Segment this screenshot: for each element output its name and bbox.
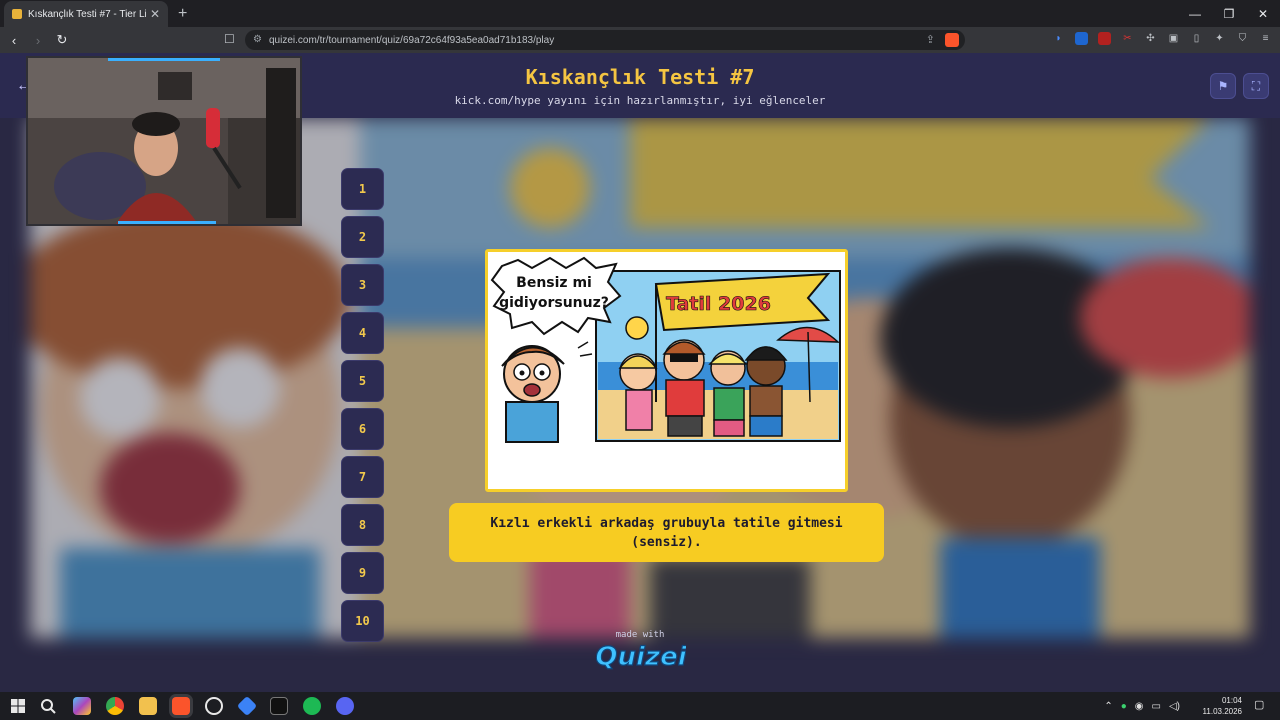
notification-icon[interactable]: ▢ (1254, 698, 1268, 712)
window-controls: — ❐ ✕ (1178, 0, 1280, 27)
url-text: quizei.com/tr/tournament/quiz/69a72c64f9… (269, 34, 555, 46)
brave-shields-icon[interactable] (945, 33, 959, 47)
chevron-up-icon[interactable]: ⌃ (1104, 701, 1112, 712)
clock-date: 11.03.2026 (1202, 707, 1242, 716)
discord-icon[interactable] (336, 697, 354, 715)
extension-icon[interactable]: ▣ (1167, 32, 1180, 45)
ai-icon[interactable]: ✦ (1213, 32, 1226, 45)
quiz-card-image[interactable]: Tatil 2026 Bensiz mi gidiyorsunuz? (485, 249, 848, 492)
network-icon[interactable]: ▭ (1152, 701, 1161, 712)
webcam-glow-top (108, 58, 220, 61)
question-number-button[interactable]: 2 (341, 216, 384, 258)
bookmark-icon[interactable]: ☐ (224, 32, 235, 46)
close-window-button[interactable]: ✕ (1246, 0, 1280, 27)
tab-title: Kıskançlık Testi #7 - Tier List, Kö (28, 8, 146, 20)
new-tab-button[interactable]: + (178, 1, 187, 27)
extensions-row: ◗ ✂ ✣ ▣ ▯ ✦ ⛉ ≡ (1052, 32, 1272, 45)
reload-icon[interactable]: ↻ (52, 30, 72, 50)
question-number-button[interactable]: 8 (341, 504, 384, 546)
chrome-icon[interactable] (106, 697, 124, 715)
menu-icon[interactable]: ≡ (1259, 32, 1272, 45)
windows-taskbar: ⌃ ● ◉ ▭ ◁) 01:04 11.03.2026 ▢ (0, 692, 1280, 720)
forward-icon[interactable]: › (28, 30, 48, 50)
comic-illustration: Tatil 2026 Bensiz mi gidiyorsunuz? (488, 252, 845, 489)
clock-time: 01:04 (1221, 696, 1242, 705)
tab-favicon-icon (12, 9, 22, 19)
volume-icon[interactable]: ◁) (1169, 701, 1180, 712)
quizei-logo[interactable]: Quizei (596, 639, 686, 673)
spotify-icon[interactable] (303, 697, 321, 715)
extension-icon[interactable] (1075, 32, 1088, 45)
question-number-button[interactable]: 7 (341, 456, 384, 498)
extension-icon[interactable] (1098, 32, 1111, 45)
share-icon[interactable]: ⇪ (926, 33, 935, 46)
minimize-button[interactable]: — (1178, 0, 1212, 27)
question-number-button[interactable]: 3 (341, 264, 384, 306)
question-number-button[interactable]: 1 (341, 168, 384, 210)
question-number-button[interactable]: 9 (341, 552, 384, 594)
tray-app-icon[interactable]: ● (1121, 701, 1127, 712)
steam-icon[interactable]: ◉ (1135, 701, 1144, 712)
site-info-icon[interactable]: ⚙ (253, 34, 263, 45)
brave-icon[interactable] (172, 697, 190, 715)
speech-line-1: Bensiz mi (516, 275, 592, 291)
browser-toolbar: ‹ › ↻ ☐ ⚙ quizei.com/tr/tournament/quiz/… (0, 27, 1280, 53)
question-number-button[interactable]: 4 (341, 312, 384, 354)
sidebar-icon[interactable]: ▯ (1190, 32, 1203, 45)
webcam-glow-bottom (118, 221, 216, 224)
restore-button[interactable]: ❐ (1212, 0, 1246, 27)
report-flag-button[interactable]: ⚑ (1210, 73, 1236, 99)
search-icon[interactable] (39, 697, 57, 715)
browser-tabstrip: Kıskançlık Testi #7 - Tier List, Kö ✕ + … (0, 0, 1280, 27)
vpn-icon[interactable]: ⛉ (1236, 32, 1249, 45)
back-icon[interactable]: ‹ (4, 30, 24, 50)
puzzle-icon[interactable]: ✣ (1144, 32, 1157, 45)
tab-close-icon[interactable]: ✕ (150, 7, 160, 21)
question-number-button[interactable]: 5 (341, 360, 384, 402)
quiz-page: ← Kıskançlık Testi #7 kick.com/hype yayı… (0, 53, 1280, 692)
extension-icon[interactable]: ◗ (1052, 32, 1065, 45)
quizei-logo-text: Quizei (596, 642, 686, 672)
question-number-button[interactable]: 10 (341, 600, 384, 642)
banner-text: Tatil 2026 (666, 293, 771, 315)
app-icon[interactable] (236, 695, 258, 717)
windows-start-icon[interactable] (9, 697, 27, 715)
extension-icon[interactable]: ✂ (1121, 32, 1134, 45)
terminal-icon[interactable] (270, 697, 288, 715)
file-explorer-icon[interactable] (139, 697, 157, 715)
webcam-overlay (26, 56, 302, 226)
webcam-feed-image (28, 58, 300, 224)
browser-tab-active[interactable]: Kıskançlık Testi #7 - Tier List, Kö ✕ (4, 1, 168, 27)
obs-icon[interactable] (205, 697, 223, 715)
system-tray: ⌃ ● ◉ ▭ ◁) (1104, 692, 1180, 720)
fullscreen-button[interactable]: ⛶ (1243, 73, 1269, 99)
address-bar[interactable]: ⚙ quizei.com/tr/tournament/quiz/69a72c64… (245, 30, 965, 50)
taskbar-clock[interactable]: 01:04 11.03.2026 (1203, 695, 1242, 717)
quiz-caption: Kızlı erkekli arkadaş grubuyla tatile gi… (449, 503, 884, 562)
question-number-button[interactable]: 6 (341, 408, 384, 450)
copilot-icon[interactable] (73, 697, 91, 715)
speech-line-2: gidiyorsunuz? (499, 295, 609, 311)
question-number-rail: 1 2 3 4 5 6 7 8 9 10 (341, 168, 385, 648)
